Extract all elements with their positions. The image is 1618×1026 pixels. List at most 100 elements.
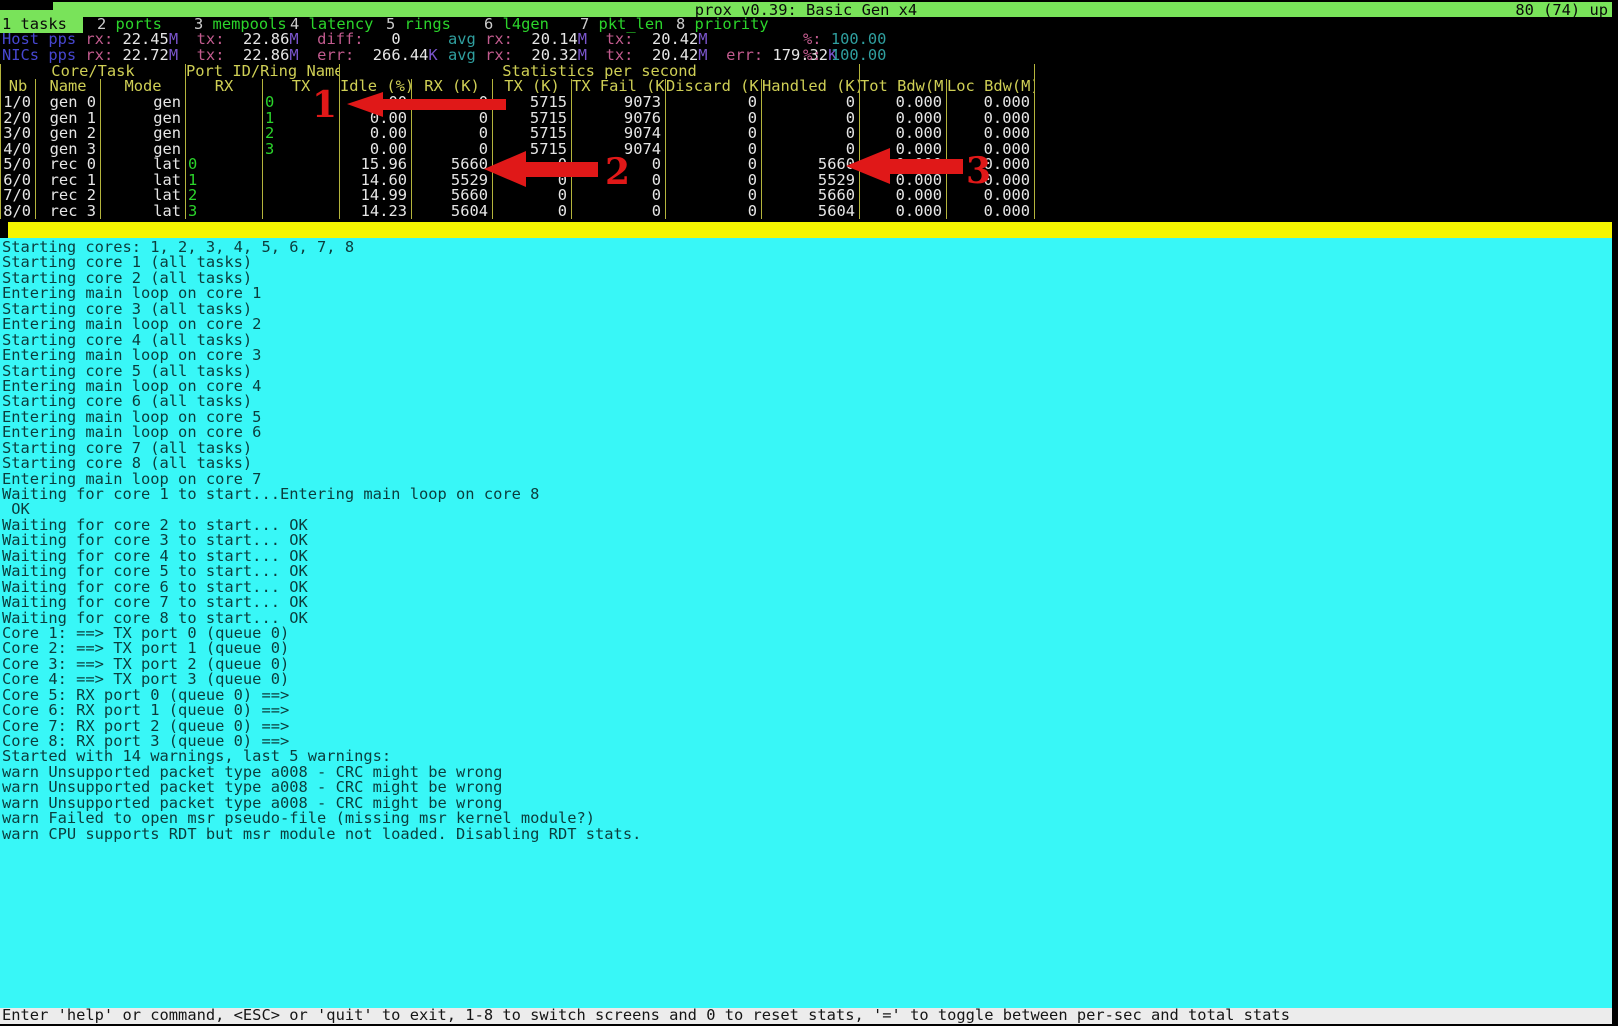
column-header: Discard (K) <box>666 79 762 95</box>
table-column-header-row: NbNameModeRXTXIdle (%)RX (K)TX (K)TX Fai… <box>0 79 1037 95</box>
table-cell: 0.000 <box>860 157 947 173</box>
stat-segment: 20.42 <box>652 46 698 64</box>
table-cell: 6/0 <box>0 173 36 189</box>
table-cell <box>186 111 263 127</box>
table-cell: 14.23 <box>340 204 412 220</box>
stat-segment: tx: <box>197 46 243 64</box>
table-cell: 0 <box>412 126 493 142</box>
table-cell: gen 3 <box>36 142 101 158</box>
stat-segment: M <box>289 46 298 64</box>
column-header: Handled (K) <box>762 79 860 95</box>
log-line: Waiting for core 1 to start...Entering m… <box>0 487 1612 502</box>
table-cell: 0 <box>186 157 263 173</box>
table-cell: 0.000 <box>947 126 1035 142</box>
table-cell: 0 <box>572 204 666 220</box>
table-cell: 3 <box>186 204 263 220</box>
table-cell: 15.96 <box>340 157 412 173</box>
table-cell: 0 <box>666 111 762 127</box>
column-header: RX <box>186 79 263 95</box>
table-cell <box>263 173 340 189</box>
table-row: 7/0rec 2lat214.99566000056600.0000.000 <box>0 188 1037 204</box>
table-cell: 5715 <box>493 142 572 158</box>
title-corner-notch <box>0 0 53 10</box>
table-cell: 0.00 <box>340 111 412 127</box>
table-cell: 8/0 <box>0 204 36 220</box>
stat-segment: M <box>698 46 707 64</box>
log-output-area: Starting cores: 1, 2, 3, 4, 5, 6, 7, 8St… <box>0 238 1612 1008</box>
table-cell: 0 <box>666 157 762 173</box>
table-cell: 0 <box>666 173 762 189</box>
table-cell: 0 <box>412 142 493 158</box>
stat-segment: err: <box>317 46 373 64</box>
table-group-header: Port ID/Ring Name <box>186 64 340 79</box>
table-cell: 5660 <box>412 157 493 173</box>
table-cell: 3/0 <box>0 126 36 142</box>
table-cell: 5715 <box>493 95 572 111</box>
table-cell: 1/0 <box>0 95 36 111</box>
table-cell: 0.000 <box>860 111 947 127</box>
table-cell: 0 <box>666 95 762 111</box>
table-row: 3/0gen 2gen20.00057159074000.0000.000 <box>0 126 1037 142</box>
stat-segment: %: <box>803 46 831 64</box>
table-cell: 4/0 <box>0 142 36 158</box>
table-cell: 0 <box>666 126 762 142</box>
table-cell: gen <box>101 142 186 158</box>
table-cell: 2/0 <box>0 111 36 127</box>
stat-segment: 22.72 <box>122 46 168 64</box>
table-group-header: Core/Task <box>0 64 186 79</box>
table-cell: 0 <box>572 173 666 189</box>
table-cell: 1 <box>263 111 340 127</box>
table-cell: 0.000 <box>860 95 947 111</box>
table-cell: 0.000 <box>947 188 1035 204</box>
table-cell <box>186 95 263 111</box>
table-cell: 9073 <box>572 95 666 111</box>
tab-label: rings <box>395 15 451 33</box>
status-bar: Enter 'help' or command, <ESC> or 'quit'… <box>0 1008 1612 1024</box>
table-cell: 9074 <box>572 126 666 142</box>
table-cell: gen <box>101 95 186 111</box>
nics-pps-stats-line: NICs pps rx: 22.72M tx: 22.86M err: 266.… <box>0 48 1612 64</box>
table-cell: 5715 <box>493 126 572 142</box>
table-cell: 0.000 <box>947 204 1035 220</box>
table-cell: 0.00 <box>340 126 412 142</box>
table-cell: 5660 <box>762 157 860 173</box>
table-cell: 0 <box>493 157 572 173</box>
separator-bar <box>0 222 1612 238</box>
stat-segment: 100.00 <box>831 46 887 64</box>
table-cell: 0.000 <box>947 95 1035 111</box>
table-cell: 5529 <box>762 173 860 189</box>
table-cell: lat <box>101 157 186 173</box>
log-line: warn CPU supports RDT but msr module not… <box>0 827 1612 842</box>
separator-bar-fill <box>8 222 1612 238</box>
table-cell: 5604 <box>412 204 493 220</box>
table-cell: 7/0 <box>0 188 36 204</box>
table-row: 2/0gen 1gen10.00057159076000.0000.000 <box>0 111 1037 127</box>
stat-segment: tx: <box>606 46 652 64</box>
table-cell: 0 <box>493 188 572 204</box>
table-cell: gen 2 <box>36 126 101 142</box>
table-cell: 1 <box>186 173 263 189</box>
table-cell: 0.00 <box>340 95 412 111</box>
table-cell: 0 <box>493 173 572 189</box>
table-cell: 0 <box>412 111 493 127</box>
table-cell: 0.000 <box>860 204 947 220</box>
table-cell: 5529 <box>412 173 493 189</box>
table-cell: 0 <box>493 204 572 220</box>
stat-segment: avg <box>448 46 485 64</box>
table-row: 1/0gen 0gen00.00057159073000.0000.000 <box>0 95 1037 111</box>
stat-segment: rx: <box>485 46 531 64</box>
per-core-stats-table: Core/TaskPort ID/Ring NameStatistics per… <box>0 64 1037 219</box>
table-cell: 0.000 <box>860 142 947 158</box>
table-cell: 0.000 <box>947 111 1035 127</box>
column-header: Nb <box>0 79 36 95</box>
stat-segment: NICs pps <box>2 46 85 64</box>
stat-segment: 22.86 <box>243 46 289 64</box>
stat-segment: err: <box>726 46 772 64</box>
column-header: Tot Bdw(M) <box>860 79 947 95</box>
table-cell: 0 <box>263 95 340 111</box>
table-cell: lat <box>101 204 186 220</box>
table-cell: 0 <box>762 126 860 142</box>
stat-segment: K <box>428 46 437 64</box>
table-cell: rec 0 <box>36 157 101 173</box>
table-cell <box>263 204 340 220</box>
